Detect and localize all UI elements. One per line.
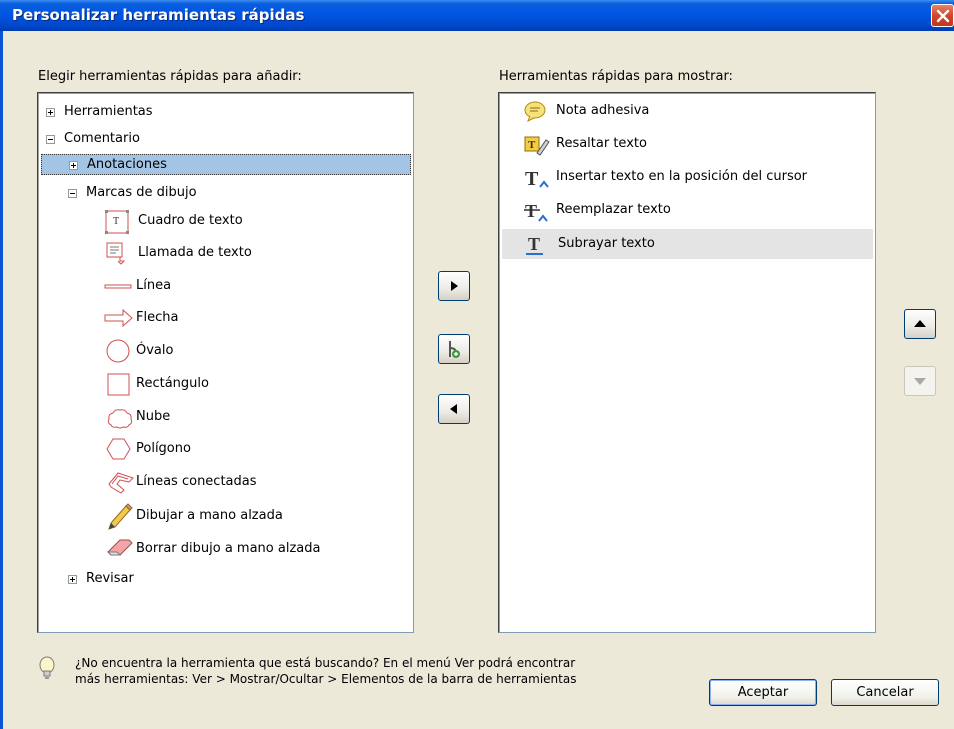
cloud-icon	[107, 409, 133, 429]
tree-item-label: Líneas conectadas	[136, 474, 257, 489]
tree-item-label: Rectángulo	[136, 376, 209, 391]
eraser-icon	[106, 539, 133, 556]
tree-item-rectangulo[interactable]: Rectángulo	[104, 370, 404, 398]
tree-item-label: Nube	[136, 409, 171, 424]
tools-tree[interactable]: Herramientas Comentario Anotaciones Marc…	[37, 92, 414, 633]
arrow-up-icon	[914, 320, 926, 327]
polygon-icon	[106, 438, 131, 460]
arrow-icon	[104, 308, 133, 328]
tree-item-dibujar-a-mano-alzada[interactable]: Dibujar a mano alzada	[104, 501, 404, 531]
callout-icon	[106, 242, 126, 265]
left-panel-label: Elegir herramientas rápidas para añadir:	[38, 69, 302, 84]
title-bar: Personalizar herramientas rápidas	[0, 0, 954, 31]
close-button[interactable]	[931, 4, 954, 27]
tree-node-label: Comentario	[64, 131, 140, 146]
tree-item-linea[interactable]: Línea	[104, 273, 404, 299]
underline-text-icon: T	[526, 234, 543, 255]
tree-item-label: Llamada de texto	[138, 245, 252, 260]
svg-text:T: T	[528, 234, 540, 254]
tree-node-anotaciones[interactable]: Anotaciones	[41, 154, 411, 175]
tree-item-nube[interactable]: Nube	[104, 403, 404, 431]
tree-item-label: Borrar dibujo a mano alzada	[136, 541, 321, 556]
connected-lines-icon	[108, 472, 134, 494]
move-up-button[interactable]	[904, 309, 936, 339]
lightbulb-icon	[39, 656, 55, 679]
right-panel-label: Herramientas rápidas para mostrar:	[499, 69, 733, 84]
tree-node-label: Anotaciones	[87, 157, 167, 172]
text-box-icon: T	[105, 210, 129, 234]
list-item-resaltar-texto[interactable]: T Resaltar texto	[502, 130, 872, 158]
tree-item-flecha[interactable]: Flecha	[104, 305, 404, 331]
svg-text:T: T	[528, 139, 536, 151]
list-item-subrayar-texto[interactable]: T Subrayar texto	[502, 229, 873, 259]
arrow-left-icon	[450, 404, 457, 414]
tree-item-label: Línea	[136, 278, 172, 293]
list-item-label: Insertar texto en la posición del cursor	[556, 169, 808, 184]
cancel-button[interactable]: Cancelar	[831, 679, 939, 706]
tree-item-label: Óvalo	[136, 343, 174, 358]
collapse-icon[interactable]	[46, 135, 55, 144]
hint-text-line2: más herramientas: Ver > Mostrar/Ocultar …	[75, 672, 577, 686]
tree-item-label: Dibujar a mano alzada	[136, 508, 283, 523]
add-separator-button[interactable]	[438, 334, 470, 364]
tree-item-ovalo[interactable]: Óvalo	[104, 337, 404, 365]
arrow-down-icon	[914, 378, 926, 385]
tree-item-cuadro-de-texto[interactable]: T Cuadro de texto	[104, 208, 404, 234]
hint-text-line1: ¿No encuentra la herramienta que está bu…	[75, 656, 576, 670]
tree-node-label: Revisar	[86, 571, 134, 586]
line-icon	[104, 284, 132, 289]
highlight-text-icon: T	[524, 136, 550, 156]
tree-node-label: Marcas de dibujo	[86, 185, 197, 200]
window-title: Personalizar herramientas rápidas	[12, 6, 305, 24]
arrow-right-icon	[451, 281, 458, 291]
svg-text:T: T	[113, 216, 119, 227]
tree-item-poligono[interactable]: Polígono	[104, 435, 404, 463]
insert-text-icon: T	[525, 168, 549, 190]
tree-node-revisar[interactable]: Revisar	[38, 568, 408, 590]
list-item-nota-adhesiva[interactable]: Nota adhesiva	[502, 97, 872, 125]
expand-icon[interactable]	[69, 161, 78, 170]
list-item-reemplazar-texto[interactable]: T Reemplazar texto	[502, 196, 872, 224]
tree-node-marcas-de-dibujo[interactable]: Marcas de dibujo	[38, 182, 408, 204]
tree-item-label: Flecha	[136, 310, 179, 325]
tree-item-label: Polígono	[136, 441, 191, 456]
quick-tools-list[interactable]: Nota adhesiva T Resaltar texto T Inserta…	[498, 92, 876, 633]
tree-item-label: Cuadro de texto	[138, 213, 243, 228]
expand-icon[interactable]	[68, 575, 77, 584]
ok-button[interactable]: Aceptar	[709, 679, 817, 706]
sticky-note-icon	[524, 101, 546, 123]
list-item-label: Reemplazar texto	[556, 202, 671, 217]
window-border	[0, 31, 3, 729]
tree-node-comentario[interactable]: Comentario	[38, 128, 408, 150]
list-item-label: Resaltar texto	[556, 136, 647, 151]
expand-icon[interactable]	[46, 108, 55, 117]
move-down-button[interactable]	[904, 366, 936, 396]
rectangle-icon	[107, 373, 130, 396]
tree-item-borrar-dibujo[interactable]: Borrar dibujo a mano alzada	[104, 534, 404, 564]
pencil-icon	[108, 503, 133, 530]
svg-text:T: T	[525, 201, 537, 221]
tree-item-llamada-de-texto[interactable]: Llamada de texto	[104, 240, 404, 266]
tree-item-lineas-conectadas[interactable]: Líneas conectadas	[104, 468, 404, 496]
remove-tool-button[interactable]	[438, 394, 470, 424]
list-item-label: Nota adhesiva	[556, 103, 650, 118]
add-tool-button[interactable]	[438, 271, 470, 301]
list-item-insertar-texto[interactable]: T Insertar texto en la posición del curs…	[502, 163, 872, 191]
add-separator-icon	[449, 341, 460, 358]
oval-icon	[106, 339, 130, 363]
tree-node-label: Herramientas	[64, 104, 153, 119]
close-icon	[936, 9, 950, 23]
svg-text:T: T	[525, 168, 539, 190]
collapse-icon[interactable]	[68, 189, 77, 198]
replace-text-icon: T	[524, 201, 548, 222]
tree-node-herramientas[interactable]: Herramientas	[38, 101, 408, 123]
list-item-label: Subrayar texto	[558, 236, 655, 251]
